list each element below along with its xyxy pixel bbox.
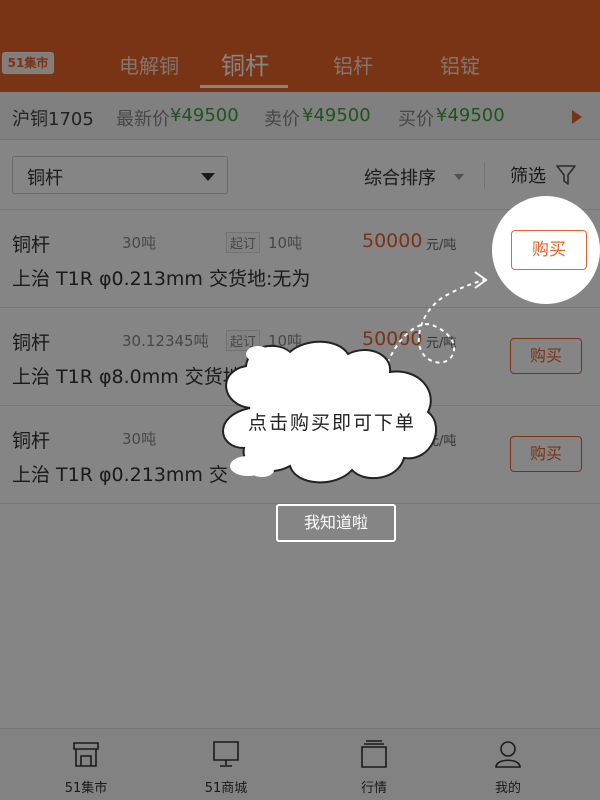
dashed-arrow bbox=[381, 279, 485, 379]
dismiss-guide-button[interactable]: 我知道啦 bbox=[276, 504, 396, 542]
small-cloud bbox=[246, 346, 270, 362]
guide-illustration bbox=[222, 271, 488, 484]
guide-message: 点击购买即可下单 bbox=[247, 412, 416, 434]
small-cloud bbox=[250, 463, 274, 477]
arrow-head-icon bbox=[474, 271, 488, 289]
